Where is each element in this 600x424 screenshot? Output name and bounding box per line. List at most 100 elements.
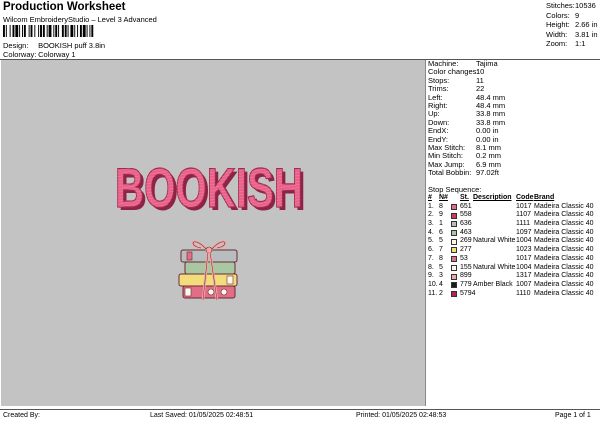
table-row: 3. 1 636 1111 Madeira Classic 40	[428, 220, 600, 229]
barcode-bar	[48, 25, 52, 37]
barcode-bar	[79, 25, 82, 37]
cell-num: 2.	[428, 211, 434, 219]
cell-num: 5.	[428, 237, 434, 245]
color-swatch	[451, 264, 460, 273]
cell-brand: Madeira Classic 40	[534, 228, 594, 236]
prop-stops: Stops: 11	[428, 75, 484, 85]
color-swatch-box	[451, 273, 457, 280]
cell-brand: Madeira Classic 40	[534, 237, 594, 245]
barcode-bar	[74, 25, 76, 37]
cell-brand: Madeira Classic 40	[534, 220, 594, 228]
cell-n: 8	[439, 254, 443, 262]
table-row: 10. 4 779 Amber Black 1007 Madeira Classic 40	[428, 281, 600, 290]
cell-desc	[473, 220, 516, 229]
barcode-bar	[70, 25, 74, 37]
barcode-bar	[42, 25, 45, 37]
machine-properties: Machine: Tajima Color changes: 10 Stops: 11…	[428, 59, 600, 177]
barcode	[3, 25, 94, 37]
table-row: 8. 5 155 Natural White 1004 Madeira Classic 4…	[428, 264, 600, 273]
cell-code: 1107	[516, 211, 532, 219]
footer-printed: Printed: 01/05/2025 02:48:53	[356, 412, 447, 419]
table-row: 9. 3 899 1317 Madeira Classic 40	[428, 272, 600, 281]
cell-brand: Madeira Classic 40	[534, 272, 594, 280]
cell-n: 3	[439, 272, 443, 280]
bookish-text: BOOKISH BOOKISH BOOKISH	[114, 155, 306, 222]
stat-zoom: Zoom: 1:1	[546, 39, 586, 48]
stop-sequence-header: # N# St. Description Code Brand	[428, 194, 555, 201]
stop-sequence-title: Stop Sequence:	[428, 185, 482, 194]
barcode-bar	[5, 25, 7, 37]
table-row: 2. 9 558 1107 Madeira Classic 40	[428, 211, 600, 220]
prop-left: Left: 48.4 mm	[428, 92, 506, 102]
barcode-bar	[91, 25, 94, 37]
barcode-bar	[34, 25, 36, 37]
cell-desc	[473, 272, 516, 281]
cell-num: 10.	[428, 280, 438, 288]
book-stack-icon	[178, 240, 238, 301]
cell-num: 1.	[428, 202, 434, 210]
table-row: 5. 5 269 Natural White 1004 Madeira Classic 4…	[428, 237, 600, 246]
cell-brand: Madeira Classic 40	[534, 289, 594, 297]
page-title: Production Worksheet	[3, 1, 126, 13]
color-swatch	[451, 237, 460, 246]
cell-st: 269	[460, 237, 472, 245]
barcode-bar	[15, 25, 19, 37]
cell-code: 1023	[516, 246, 532, 254]
cell-n: 2	[439, 289, 443, 297]
svg-text:BOOKISH: BOOKISH	[115, 156, 303, 219]
cell-st: 463	[460, 228, 472, 236]
cell-code: 1017	[516, 202, 532, 210]
cell-code: 1004	[516, 263, 532, 271]
cell-st: 636	[460, 220, 472, 228]
barcode-bar	[38, 25, 40, 37]
colorway-label: Colorway:	[3, 50, 37, 59]
barcode-bar	[3, 25, 5, 37]
prop-right: Right: 48.4 mm	[428, 100, 506, 110]
table-row: 6. 7 277 1023 Madeira Classic 40	[428, 246, 600, 255]
cell-st: 899	[460, 272, 472, 280]
table-row: 4. 6 463 1097 Madeira Classic 40	[428, 229, 600, 238]
color-swatch	[451, 246, 460, 255]
cell-st: 558	[460, 211, 472, 219]
barcode-bar	[23, 25, 26, 37]
cell-code: 1317	[516, 272, 532, 280]
cell-code: 1017	[516, 254, 532, 262]
stop-sequence-rows: 1. 8 651 1017 Madeira Classic 40 2. 9 558 1107 Ma…	[428, 203, 600, 299]
top-stats: Stitches: 10536 Colors: 9 Height: 2.66 in W…	[546, 1, 600, 49]
prop-down: Down: 33.8 mm	[428, 117, 506, 127]
color-swatch	[451, 203, 460, 212]
barcode-bar	[82, 25, 86, 37]
cell-code: 1110	[516, 289, 531, 297]
color-swatch	[451, 281, 460, 290]
barcode-bar	[9, 25, 11, 37]
barcode-bar	[28, 25, 30, 37]
cell-code: 1111	[516, 220, 531, 228]
cell-st: 651	[460, 202, 472, 210]
cell-desc	[473, 246, 516, 255]
barcode-bar	[77, 25, 79, 37]
cell-num: 9.	[428, 272, 434, 280]
prop-endx: EndX: 0.00 in	[428, 126, 499, 136]
design-label: Design:	[3, 41, 29, 50]
cell-num: 7.	[428, 254, 434, 262]
design-preview[interactable]: BOOKISH BOOKISH BOOKISH	[1, 60, 426, 406]
footer-page-number: Page 1 of 1	[555, 412, 591, 419]
cell-desc	[473, 211, 516, 220]
prop-up: Up: 33.8 mm	[428, 109, 506, 119]
stat-height: Height: 2.66 in	[546, 20, 598, 29]
cell-n: 9	[439, 211, 443, 219]
stat-stitches: Stitches: 10536	[546, 1, 596, 10]
cell-code: 1007	[516, 280, 532, 288]
cell-desc	[473, 203, 516, 212]
color-swatch	[451, 272, 460, 281]
table-row: 11. 2 5794 1110 Madeira Classic 40	[428, 290, 600, 299]
barcode-bar	[46, 25, 48, 37]
cell-brand: Madeira Classic 40	[534, 263, 594, 271]
color-swatch	[451, 220, 460, 229]
barcode-bar	[67, 25, 69, 37]
color-swatch-box	[451, 264, 457, 271]
cell-desc	[473, 229, 516, 238]
barcode-bar	[19, 25, 21, 37]
cell-n: 5	[439, 263, 443, 271]
cell-num: 3.	[428, 220, 434, 228]
